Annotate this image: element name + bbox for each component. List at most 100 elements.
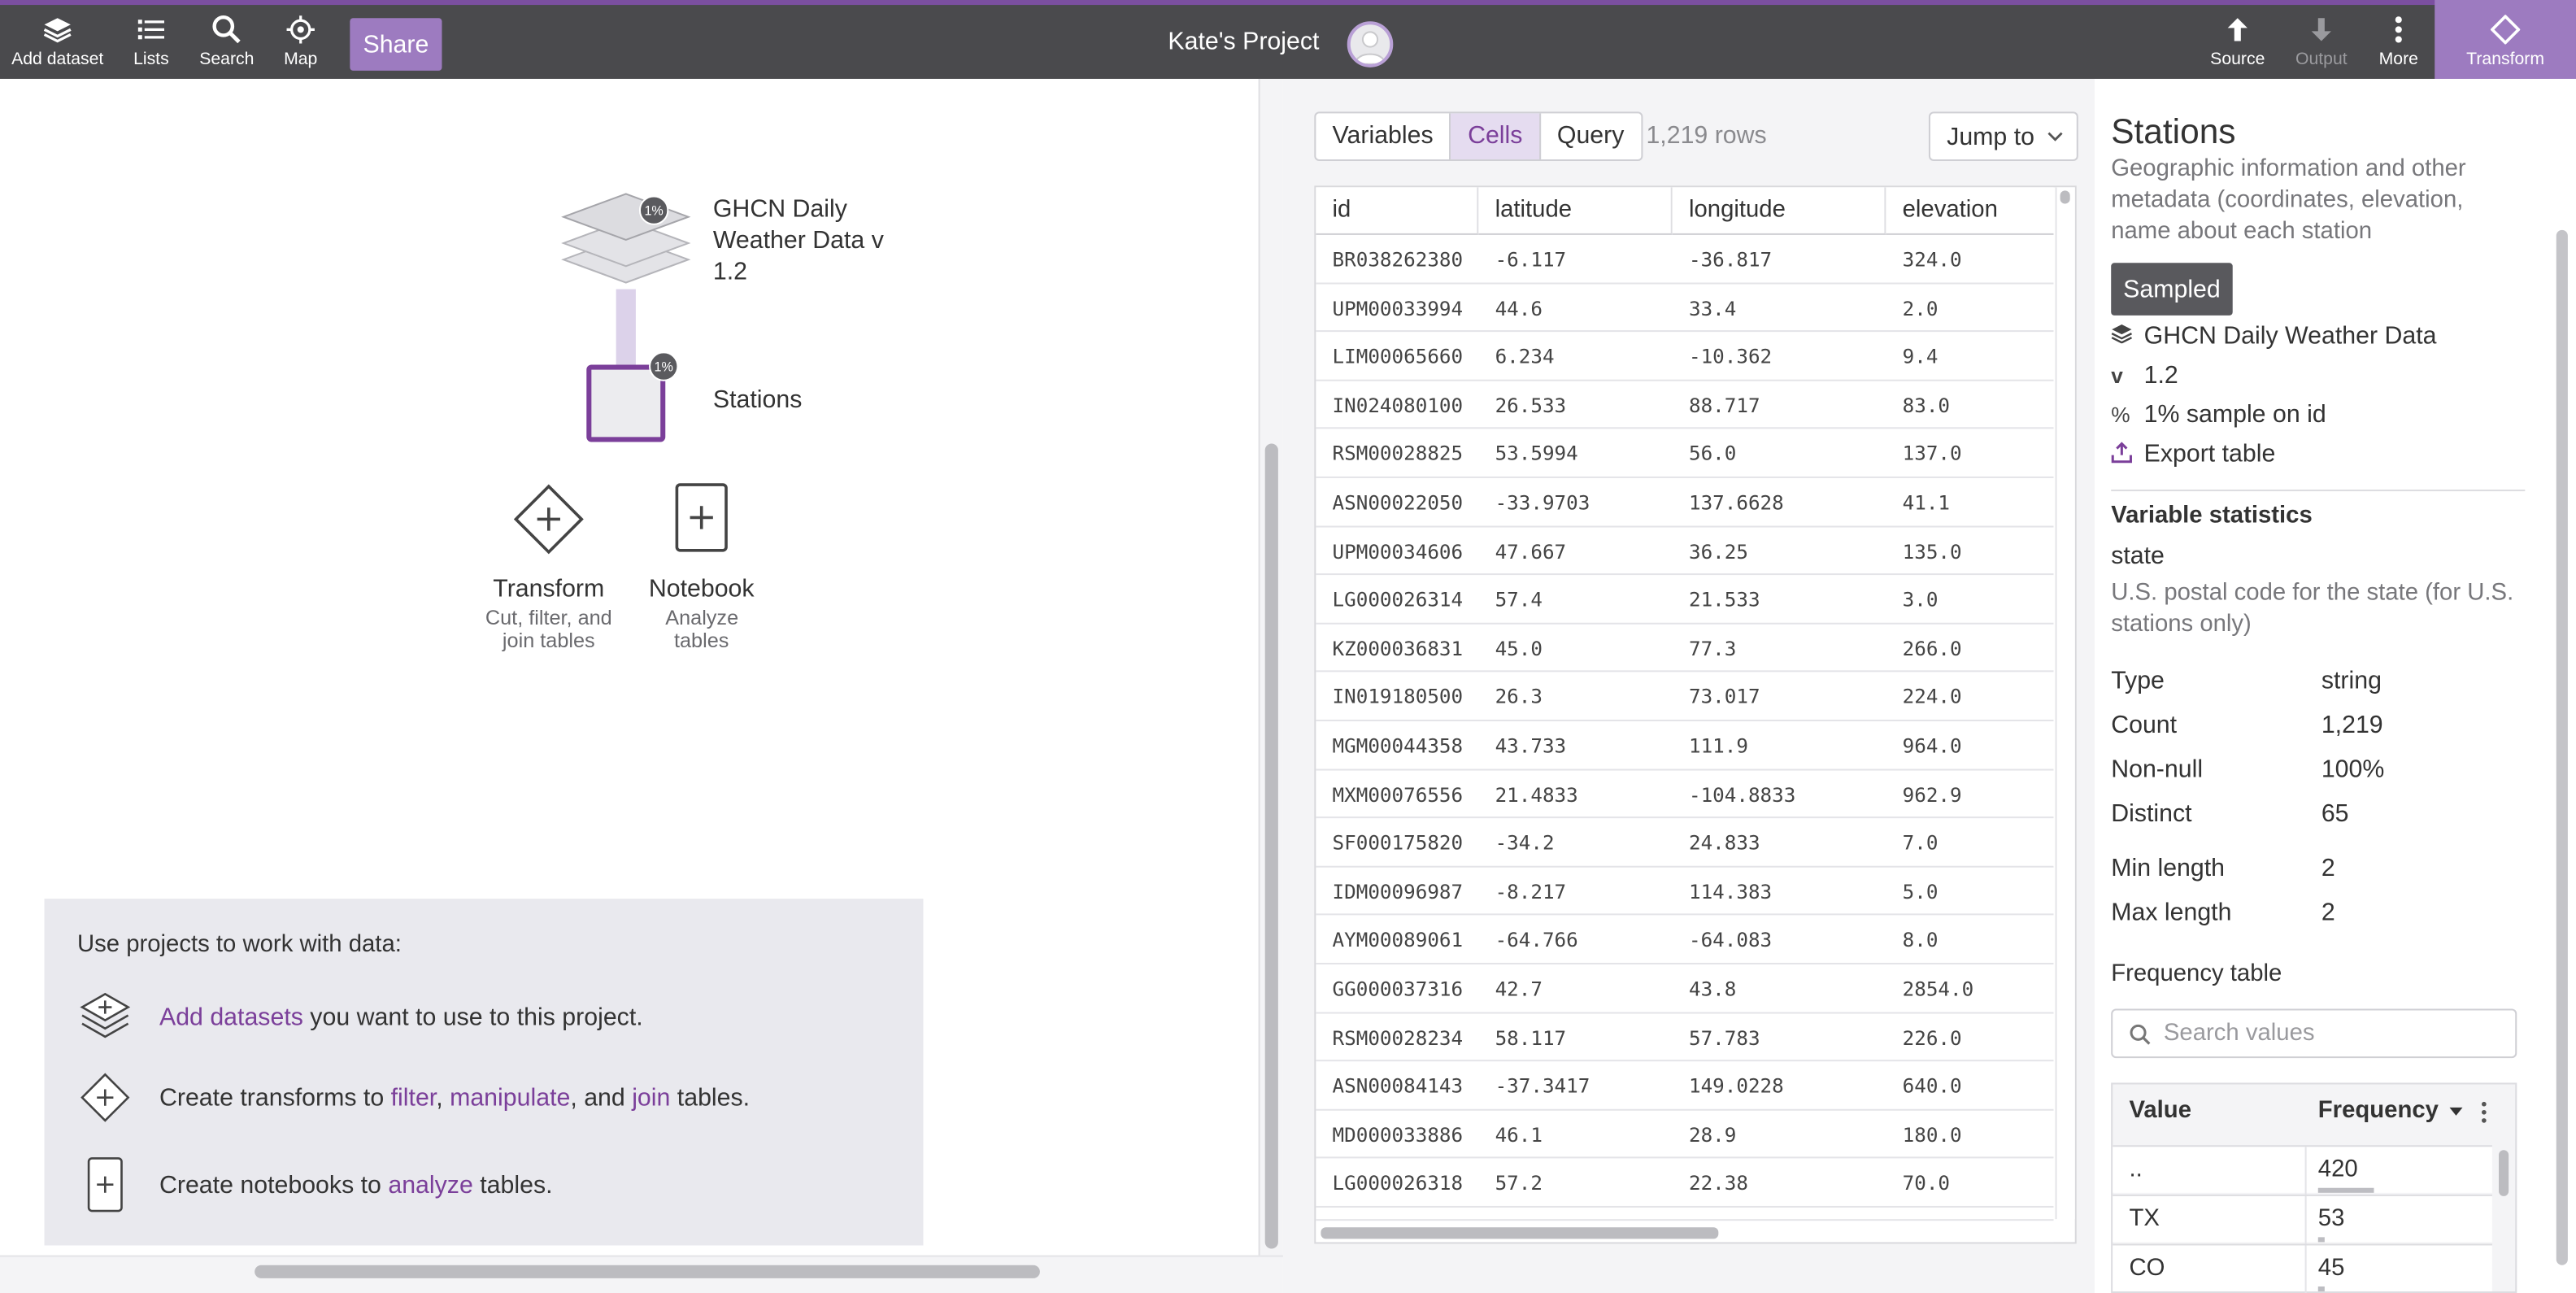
col-header-longitude[interactable]: longitude [1672,187,1886,235]
table-cell-latitude[interactable]: 6.234 [1478,332,1672,380]
table-cell-id[interactable]: LIM00065660 [1316,332,1478,380]
table-cell-elevation[interactable]: 135.0 [1886,527,2053,575]
table-cell-elevation[interactable]: 640.0 [1886,1062,2053,1110]
col-header-id[interactable]: id [1316,187,1479,235]
avatar[interactable] [1347,21,1394,67]
table-row[interactable]: BR038262380 -6.117 -36.817 324.0 [1316,235,2054,284]
table-row[interactable]: IN024080100 26.533 88.717 83.0 [1316,381,2054,430]
table-cell-id[interactable]: MD000033886 [1316,1110,1478,1158]
map-button[interactable]: Map [272,5,329,79]
table-row[interactable]: KZ000036831 45.0 77.3 266.0 [1316,624,2054,673]
stations-node-label[interactable]: Stations [713,385,803,416]
dataset-node[interactable] [560,187,692,303]
table-row[interactable]: MD000033886 46.1 28.9 180.0 [1316,1110,2054,1160]
table-row[interactable]: IN019180500 26.3 73.017 224.0 [1316,673,2054,721]
table-horizontal-scrollbar[interactable] [1316,1219,2054,1243]
table-cell-latitude[interactable]: 42.7 [1478,964,1672,1012]
add-transform-action[interactable]: Transform Cut, filter, and join tables [472,481,626,652]
table-cell-longitude[interactable]: 114.383 [1673,867,1886,915]
table-row[interactable]: RSM00028234 58.117 57.783 226.0 [1316,1013,2054,1062]
table-cell-id[interactable]: ASN00084143 [1316,1062,1478,1110]
table-cell-id[interactable]: UPM00034606 [1316,527,1478,575]
table-row[interactable]: LG000026318 57.2 22.38 70.0 [1316,1159,2054,1208]
jump-to-dropdown[interactable]: Jump to [1928,111,2078,161]
table-cell-id[interactable]: RSM00028825 [1316,429,1478,477]
table-cell-elevation[interactable]: 2854.0 [1886,964,2053,1012]
freq-menu-button[interactable] [2479,1101,2489,1132]
table-cell-elevation[interactable]: 266.0 [1886,624,2053,672]
table-row[interactable]: LG000026314 57.4 21.533 3.0 [1316,576,2054,625]
table-cell-longitude[interactable]: 73.017 [1673,673,1886,721]
table-cell-id[interactable]: MGM00044358 [1316,721,1478,769]
table-cell-latitude[interactable]: 44.6 [1478,284,1672,332]
table-cell-latitude[interactable]: 58.117 [1478,1013,1672,1061]
table-cell-latitude[interactable]: -8.217 [1478,867,1672,915]
table-cell-longitude[interactable]: 43.8 [1673,964,1886,1012]
table-cell-longitude[interactable]: 33.4 [1673,284,1886,332]
table-cell-longitude[interactable]: 24.833 [1673,819,1886,867]
add-datasets-link[interactable]: Add datasets [159,1003,303,1030]
table-cell-elevation[interactable]: 964.0 [1886,721,2053,769]
table-cell-latitude[interactable]: 57.2 [1478,1159,1672,1207]
horizontal-scrollbar-thumb[interactable] [255,1265,1040,1278]
table-cell-latitude[interactable]: 47.667 [1478,527,1672,575]
table-cell-longitude[interactable]: -36.817 [1673,235,1886,283]
manipulate-link[interactable]: manipulate [450,1083,570,1111]
filter-link[interactable]: filter [391,1083,437,1111]
table-cell-latitude[interactable]: 57.4 [1478,576,1672,624]
table-cell-id[interactable]: SF000175820 [1316,819,1478,867]
table-hscroll-thumb[interactable] [1321,1227,1719,1239]
dataset-node-label[interactable]: GHCN Daily Weather Data v 1.2 [713,194,910,287]
table-row[interactable]: AYM00089061 -64.766 -64.083 8.0 [1316,916,2054,964]
table-cell-longitude[interactable]: 137.6628 [1673,478,1886,526]
table-row[interactable]: IDM00096987 -8.217 114.383 5.0 [1316,867,2054,916]
table-cell-latitude[interactable]: -64.766 [1478,916,1672,964]
table-cell-latitude[interactable]: 26.533 [1478,381,1672,429]
table-cell-id[interactable]: IDM00096987 [1316,867,1478,915]
table-cell-longitude[interactable]: -104.8833 [1673,770,1886,818]
freq-col-value[interactable]: Value [2129,1098,2191,1124]
panel-splitter[interactable] [1258,78,1283,1256]
table-cell-longitude[interactable]: 77.3 [1673,624,1886,672]
table-row[interactable]: RSM00028825 53.5994 56.0 137.0 [1316,429,2054,478]
table-cell-latitude[interactable]: -33.9703 [1478,478,1672,526]
table-cell-id[interactable]: KZ000036831 [1316,624,1478,672]
freq-row[interactable]: .. 420 [2113,1145,2492,1195]
table-cell-longitude[interactable]: 22.38 [1673,1159,1886,1207]
table-cell-longitude[interactable]: -64.083 [1673,916,1886,964]
table-row[interactable]: GG000037316 42.7 43.8 2854.0 [1316,964,2054,1013]
table-cell-elevation[interactable]: 137.0 [1886,429,2053,477]
freq-row[interactable]: CO 45 [2113,1243,2492,1293]
col-header-latitude[interactable]: latitude [1478,187,1673,235]
table-cell-id[interactable]: RSM00028234 [1316,1013,1478,1061]
sampled-badge[interactable]: Sampled [2111,263,2233,316]
table-cell-longitude[interactable]: 111.9 [1673,721,1886,769]
freq-scroll-thumb[interactable] [2499,1150,2509,1196]
table-cell-longitude[interactable]: -10.362 [1673,332,1886,380]
table-row[interactable]: SF000175820 -34.2 24.833 7.0 [1316,819,2054,868]
output-button[interactable]: Output [2287,5,2356,79]
project-title[interactable]: Kate's Project [1150,28,1337,55]
freq-col-frequency[interactable]: Frequency [2318,1098,2464,1124]
table-cell-elevation[interactable]: 224.0 [1886,673,2053,721]
table-cell-id[interactable]: BR038262380 [1316,235,1478,283]
table-cell-elevation[interactable]: 324.0 [1886,235,2053,283]
table-cell-elevation[interactable]: 180.0 [1886,1110,2053,1158]
table-row[interactable]: MGM00044358 43.733 111.9 964.0 [1316,721,2054,770]
table-cell-elevation[interactable]: 226.0 [1886,1013,2053,1061]
analyze-link[interactable]: analyze [388,1171,472,1199]
export-table-link[interactable]: Export table [2111,440,2275,468]
table-cell-id[interactable]: IN024080100 [1316,381,1478,429]
table-cell-id[interactable]: UPM00033994 [1316,284,1478,332]
table-cell-elevation[interactable]: 2.0 [1886,284,2053,332]
table-cell-id[interactable]: IN019180500 [1316,673,1478,721]
search-values-input[interactable]: Search values [2111,1008,2517,1059]
meta-dataset[interactable]: GHCN Daily Weather Data [2111,322,2437,350]
vertical-scrollbar-thumb[interactable] [1264,443,1278,1249]
table-row[interactable]: UPM00033994 44.6 33.4 2.0 [1316,284,2054,333]
table-cell-latitude[interactable]: 26.3 [1478,673,1672,721]
add-dataset-button[interactable]: Add dataset [3,5,111,79]
table-cell-elevation[interactable]: 83.0 [1886,381,2053,429]
tab-cells[interactable]: Cells [1451,113,1541,159]
table-row[interactable]: UPM00034606 47.667 36.25 135.0 [1316,527,2054,576]
